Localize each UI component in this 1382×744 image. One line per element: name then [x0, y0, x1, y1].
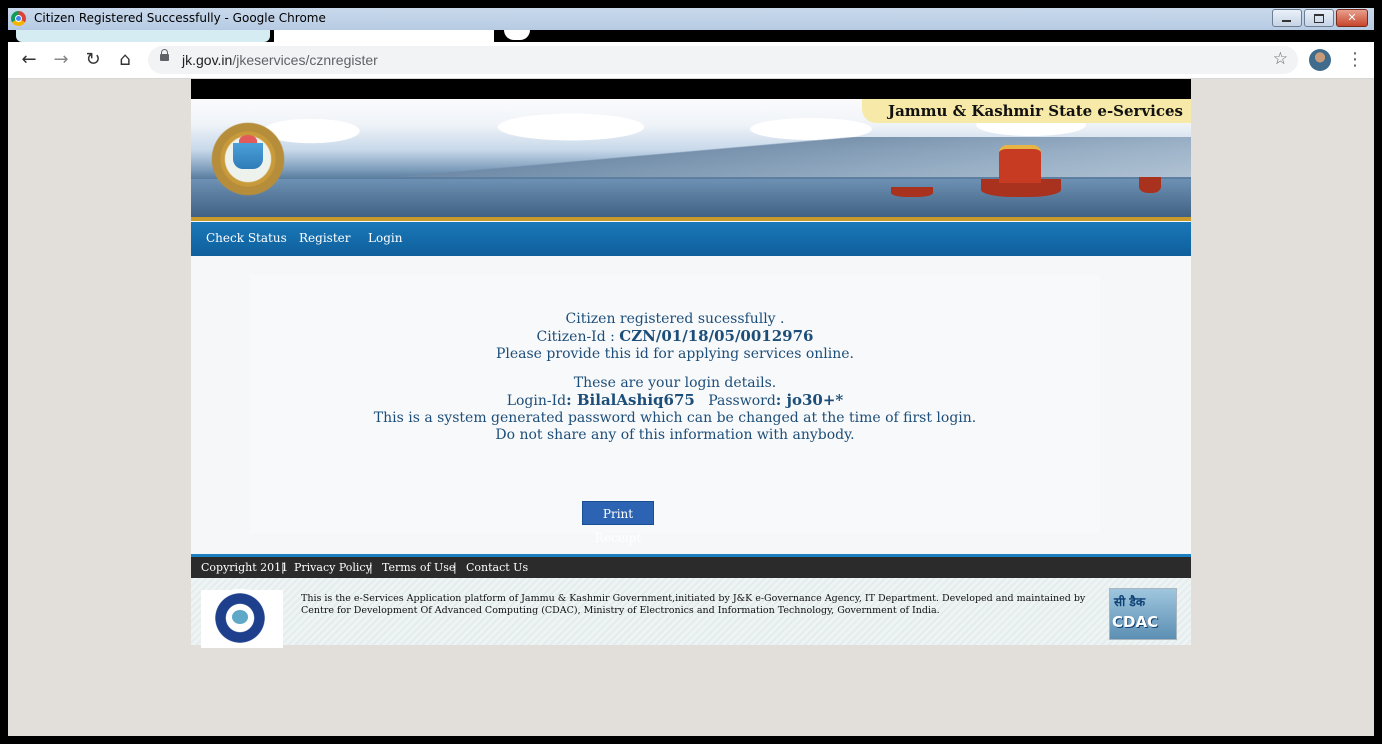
login-id-value: : BilalAshiq675 — [566, 391, 695, 409]
tab-strip — [8, 30, 1374, 42]
footer-separator: | — [369, 561, 373, 574]
footer-description: This is the e-Services Application platf… — [301, 593, 1086, 616]
registration-panel: Citizen registered sucessfully . Citizen… — [250, 275, 1100, 545]
print-receipt-button[interactable]: Print Receipt — [582, 501, 654, 545]
password-note: This is a system generated password whic… — [373, 410, 977, 426]
privacy-warning: Do not share any of this information wit… — [495, 427, 855, 443]
maximize-button[interactable] — [1304, 9, 1334, 27]
browser-window: Citizen Registered Successfully - Google… — [8, 8, 1374, 736]
home-icon[interactable]: ⌂ — [114, 49, 136, 71]
web-page: Jammu & Kashmir State e-Services Check S… — [191, 79, 1191, 648]
bookmark-star-icon[interactable]: ☆ — [1273, 49, 1288, 69]
cdac-logo: सी डैक CDAC — [1109, 588, 1177, 640]
shikara-boat — [981, 145, 1061, 197]
footer-separator: | — [453, 561, 457, 574]
forward-icon[interactable]: → — [50, 49, 72, 71]
close-button[interactable]: ✕ — [1336, 9, 1368, 27]
profile-avatar[interactable] — [1309, 49, 1331, 71]
shikara-boat — [891, 187, 933, 197]
provide-id-line: Please provide this id for applying serv… — [495, 346, 855, 362]
banner-border — [191, 217, 1191, 221]
login-details-heading: These are your login details. — [573, 375, 777, 391]
banner-mountains — [191, 137, 1191, 177]
emblem-shield — [233, 143, 263, 169]
minimize-button[interactable] — [1272, 9, 1302, 27]
url-domain: jk.gov.in — [182, 52, 233, 68]
shikara-boat — [1139, 177, 1161, 193]
lock-icon[interactable] — [160, 49, 169, 61]
login-id-label: Login-Id — [506, 393, 567, 409]
footer-link-contact[interactable]: Contact Us — [466, 561, 528, 574]
jk-emblem-logo — [206, 117, 290, 201]
jk-egov-logo — [201, 590, 283, 648]
footer-links: Copyright 2011 | Privacy Policy | Terms … — [191, 557, 1191, 578]
window-controls: ✕ — [1272, 9, 1368, 27]
header-banner: Jammu & Kashmir State e-Services — [191, 99, 1191, 221]
address-bar[interactable]: jk.gov.in/jkeservices/cznregister ☆ — [148, 46, 1298, 74]
reload-icon[interactable]: ↻ — [82, 49, 104, 71]
nav-check-status[interactable]: Check Status — [206, 231, 287, 245]
cdac-logo-hindi: सी डैक — [1114, 595, 1146, 609]
url-path: /jkeservices/cznregister — [232, 52, 378, 68]
success-line: Citizen registered sucessfully . — [565, 311, 785, 327]
url-text[interactable]: jk.gov.in/jkeservices/cznregister — [182, 52, 378, 68]
nav-login[interactable]: Login — [368, 231, 402, 245]
registration-message: Citizen registered sucessfully . Citizen… — [250, 311, 1100, 444]
top-black-bar — [191, 79, 1191, 99]
footer-link-terms[interactable]: Terms of Use — [382, 561, 455, 574]
tab-inactive[interactable] — [274, 30, 494, 42]
browser-toolbar: ← → ↻ ⌂ jk.gov.in/jkeservices/cznregiste… — [8, 42, 1374, 79]
menu-icon[interactable]: ⋮ — [1346, 50, 1364, 70]
back-icon[interactable]: ← — [18, 49, 40, 71]
password-label: Password — [708, 393, 776, 409]
gear-emblem-icon — [209, 592, 271, 644]
cdac-logo-english: CDAC — [1112, 613, 1159, 631]
nav-register[interactable]: Register — [299, 231, 350, 245]
window-title: Citizen Registered Successfully - Google… — [34, 11, 326, 25]
footer-link-privacy[interactable]: Privacy Policy — [294, 561, 372, 574]
login-credentials-line: Login-Id: BilalAshiq675 Password: jo30+* — [250, 392, 1100, 410]
citizen-id-label: Citizen-Id : — [536, 329, 620, 345]
footer-copyright: Copyright 2011 — [201, 561, 289, 574]
title-bar: Citizen Registered Successfully - Google… — [8, 8, 1374, 30]
password-value: : jo30+* — [775, 391, 844, 409]
footer-separator: | — [281, 561, 285, 574]
footer-body: This is the e-Services Application platf… — [191, 578, 1191, 648]
chrome-icon — [11, 11, 26, 26]
new-tab-button[interactable] — [504, 30, 530, 40]
tab-active[interactable] — [16, 30, 270, 42]
citizen-id-value: CZN/01/18/05/0012976 — [619, 327, 814, 345]
main-nav: Check Status Register Login — [191, 222, 1191, 256]
site-title: Jammu & Kashmir State e-Services — [861, 99, 1191, 123]
citizen-id-line: Citizen-Id : CZN/01/18/05/0012976 — [250, 328, 1100, 346]
